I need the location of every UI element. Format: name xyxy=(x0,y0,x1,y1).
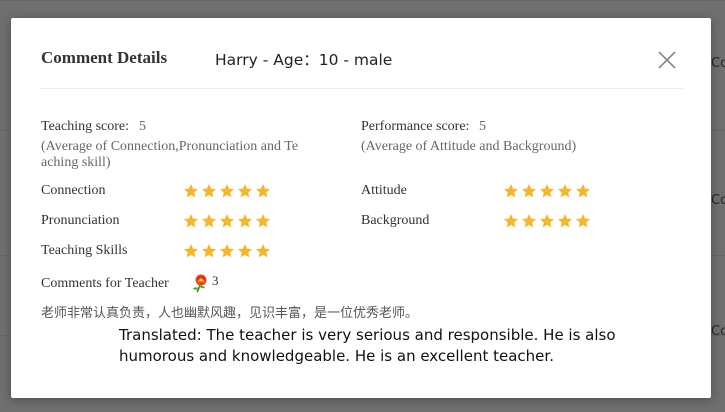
star-rating-teaching-skills xyxy=(183,243,271,259)
teaching-score-label: Teaching score: xyxy=(41,119,130,134)
teaching-score-value: 5 xyxy=(139,119,146,134)
close-icon xyxy=(658,51,676,69)
rating-label-teaching-skills: Teaching Skills xyxy=(41,243,128,258)
star-icon xyxy=(220,244,234,258)
star-icon xyxy=(220,184,234,198)
performance-score-note: (Average of Attitude and Background) xyxy=(361,139,577,154)
close-button[interactable] xyxy=(655,48,679,72)
star-rating-pronunciation xyxy=(183,213,271,229)
teaching-score-note: (Average of Connection,Pronunciation and… xyxy=(41,139,311,171)
flower-icon xyxy=(193,274,207,293)
rating-label-connection: Connection xyxy=(41,183,106,198)
star-icon xyxy=(238,214,252,228)
student-info: Harry - Age：10 - male xyxy=(215,51,393,69)
comments-label: Comments for Teacher xyxy=(41,276,169,291)
star-icon xyxy=(202,214,216,228)
performance-score-label: Performance score: xyxy=(361,119,470,134)
star-icon xyxy=(504,214,518,228)
teaching-score-note-line: aching skill) xyxy=(41,155,111,170)
star-icon xyxy=(522,184,536,198)
star-icon xyxy=(220,214,234,228)
star-icon xyxy=(184,214,198,228)
star-icon xyxy=(184,244,198,258)
star-icon xyxy=(256,214,270,228)
star-icon xyxy=(256,244,270,258)
star-icon xyxy=(576,184,590,198)
comment-details-modal: Comment Details Harry - Age：10 - male Te… xyxy=(11,18,711,398)
star-icon xyxy=(256,184,270,198)
rating-label-attitude: Attitude xyxy=(361,183,407,198)
star-rating-attitude xyxy=(503,183,591,199)
star-icon xyxy=(184,184,198,198)
modal-title: Comment Details xyxy=(41,48,168,67)
comment-translation: Translated: The teacher is very serious … xyxy=(119,326,616,365)
star-icon xyxy=(238,184,252,198)
star-icon xyxy=(202,184,216,198)
star-icon xyxy=(522,214,536,228)
star-icon xyxy=(504,184,518,198)
star-icon xyxy=(558,184,572,198)
comment-text: 老师非常认真负责，人也幽默风趣，见识丰富，是一位优秀老师。 xyxy=(41,306,419,321)
star-rating-background xyxy=(503,213,591,229)
flower-gift: 3 xyxy=(191,273,219,293)
star-icon xyxy=(202,244,216,258)
star-icon xyxy=(576,214,590,228)
header-divider xyxy=(41,88,683,89)
performance-score-value: 5 xyxy=(479,119,486,134)
flower-count: 3 xyxy=(212,273,219,288)
rating-label-pronunciation: Pronunciation xyxy=(41,213,120,228)
star-rating-connection xyxy=(183,183,271,199)
teaching-score-note-line: (Average of Connection,Pronunciation and… xyxy=(41,139,299,154)
star-icon xyxy=(540,184,554,198)
rating-label-background: Background xyxy=(361,213,430,228)
star-icon xyxy=(558,214,572,228)
star-icon xyxy=(238,244,252,258)
star-icon xyxy=(540,214,554,228)
